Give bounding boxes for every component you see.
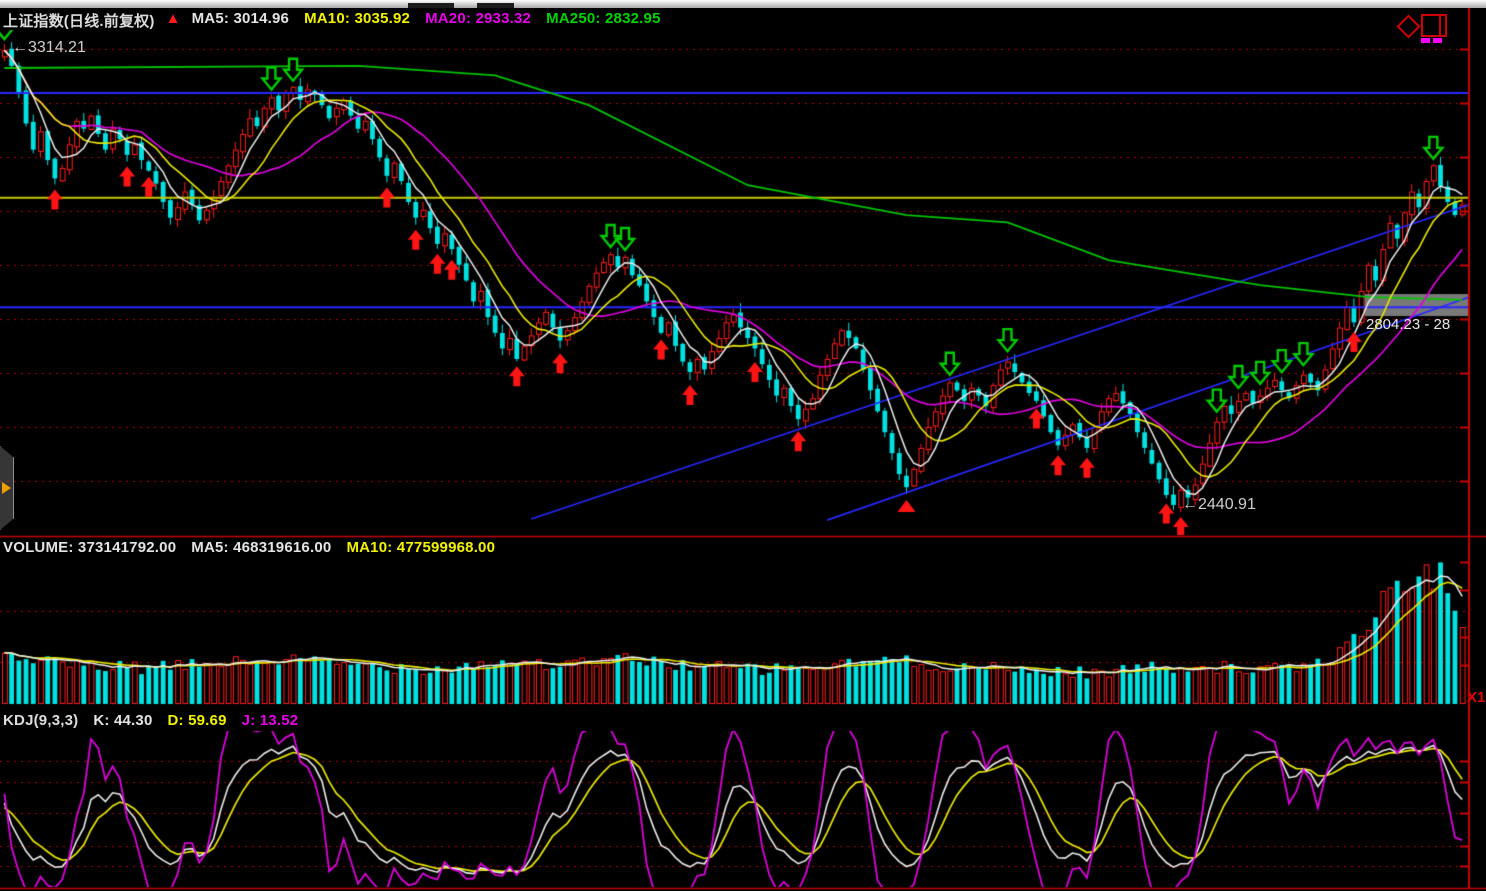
window-edge	[0, 0, 1486, 8]
kdj-header: KDJ(9,3,3) K: 44.30 D: 59.69 J: 13.52	[3, 712, 298, 729]
kdj-name: KDJ(9,3,3)	[3, 712, 78, 729]
volume-header: VOLUME: 373141792.00 MA5: 468319616.00 M…	[3, 539, 495, 556]
volume-value: VOLUME: 373141792.00	[3, 539, 176, 556]
up-arrow-icon: ▲	[166, 10, 181, 31]
ma5-value: MA5: 3014.96	[192, 10, 289, 31]
window-edge-notch	[408, 3, 454, 8]
window-split-pane	[1439, 16, 1441, 35]
chart-canvas[interactable]	[0, 0, 1486, 891]
magenta-marker-icon	[1421, 38, 1430, 43]
peak-price-label: ←3314.21	[12, 39, 86, 57]
magenta-marker-icon	[1433, 38, 1442, 43]
ma250-value: MA250: 2832.95	[546, 10, 661, 31]
sidebar-collapse-handle[interactable]	[0, 446, 14, 530]
trough-price-label: ←2440.91	[1182, 496, 1256, 514]
clipped-axis-label: X1	[1467, 689, 1486, 706]
ma10-value: MA10: 3035.92	[304, 10, 410, 31]
main-chart-header: 上证指数(日线.前复权) ▲ MA5: 3014.96 MA10: 3035.9…	[3, 10, 661, 31]
volume-ma10-value: MA10: 477599968.00	[346, 539, 495, 556]
gap-range-label: 2804.23 - 28	[1366, 316, 1450, 333]
kdj-d-value: D: 59.69	[168, 712, 227, 729]
symbol-title: 上证指数(日线.前复权)	[3, 10, 155, 31]
kdj-k-value: K: 44.30	[93, 712, 152, 729]
expand-arrow-icon	[2, 482, 11, 494]
kdj-j-value: J: 13.52	[242, 712, 299, 729]
window-edge-notch	[477, 3, 514, 8]
ma20-value: MA20: 2933.32	[425, 10, 531, 31]
window-split-icon[interactable]	[1421, 14, 1447, 37]
volume-ma5-value: MA5: 468319616.00	[191, 539, 331, 556]
app-window: 上证指数(日线.前复权) ▲ MA5: 3014.96 MA10: 3035.9…	[0, 0, 1486, 891]
